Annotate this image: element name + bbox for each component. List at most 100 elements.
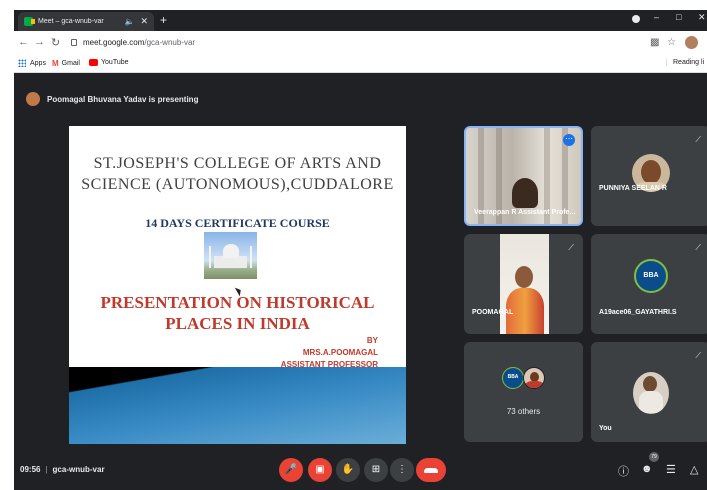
- slide-author: MRS.A.POOMAGAL: [302, 348, 378, 357]
- participant-avatar: [523, 367, 545, 389]
- people-icon[interactable]: ☻: [641, 463, 653, 475]
- mic-off-icon: ⟋: [695, 135, 701, 144]
- participant-photo: [500, 234, 549, 334]
- back-arrow-icon[interactable]: ←: [18, 36, 29, 48]
- avatar-face: [641, 160, 661, 184]
- participant-tile[interactable]: ⟋ BBA A19ace06_GAYATHRI.S: [591, 234, 707, 334]
- profile-avatar[interactable]: [685, 36, 698, 49]
- more-options-icon[interactable]: ⋯: [563, 134, 575, 146]
- present-button[interactable]: ⊞: [364, 458, 388, 482]
- taj-minaret: [250, 246, 252, 268]
- presenting-banner: Poomagal Bhuvana Yadav is presenting: [14, 89, 707, 109]
- participant-name: PUNNIYA SEELAN R: [599, 185, 667, 192]
- tab-title: Meet – gca-wnub-var: [38, 18, 104, 25]
- minimize-window-button[interactable]: –: [654, 12, 659, 22]
- meet-control-bar: 09:56 | gca-wnub-var 🎤 ▣ ✋ ⊞ ⋮ ⓘ ☻ 79 ☰ △: [14, 452, 707, 490]
- present-icon: ⊞: [371, 464, 381, 475]
- others-tile[interactable]: BBA 73 others: [464, 342, 583, 442]
- taj-dome: [223, 244, 239, 258]
- slide-by: BY: [366, 336, 378, 345]
- bookmark-label: YouTube: [101, 59, 129, 66]
- meeting-code: gca-wnub-var: [52, 465, 105, 474]
- gmail-icon: M: [52, 59, 59, 68]
- participant-name: You: [599, 425, 612, 432]
- hang-up-icon: [424, 468, 438, 473]
- presenter-avatar: [26, 92, 40, 106]
- meet-call-area: Poomagal Bhuvana Yadav is presenting ST.…: [14, 73, 707, 490]
- raise-hand-button[interactable]: ✋: [336, 458, 360, 482]
- slide-title: PRESENTATION ON HISTORICAL PLACES IN IND…: [69, 292, 406, 334]
- presentation-slide: ST.JOSEPH'S COLLEGE OF ARTS AND SCIENCE …: [69, 126, 406, 444]
- new-tab-button[interactable]: +: [160, 13, 167, 27]
- camera-off-icon: ▣: [315, 464, 325, 475]
- extension-icon[interactable]: ▩: [650, 37, 659, 48]
- chat-icon[interactable]: ☰: [666, 463, 676, 476]
- bba-logo: BBA: [502, 367, 524, 389]
- self-avatar: [633, 372, 669, 414]
- reading-list-label: Reading li: [673, 59, 705, 66]
- leave-call-button[interactable]: [416, 458, 446, 482]
- menu-dots-icon[interactable]: ⋮: [703, 37, 707, 48]
- more-options-button[interactable]: ⋮: [390, 458, 414, 482]
- browser-tab[interactable]: Meet – gca-wnub-var 🔈 ✕: [18, 12, 154, 31]
- bookmarks-bar: Apps M Gmail YouTube Reading li: [14, 56, 707, 73]
- bookmark-star-icon[interactable]: ☆: [667, 37, 676, 48]
- speaker-icon[interactable]: 🔈: [124, 17, 134, 26]
- bookmark-apps[interactable]: Apps: [18, 59, 46, 67]
- browser-tab-bar: Meet – gca-wnub-var 🔈 ✕ + – □ ✕: [14, 10, 707, 31]
- slide-decorative-band: [69, 367, 406, 444]
- close-tab-icon[interactable]: ✕: [140, 16, 148, 27]
- participant-video: [512, 178, 538, 208]
- self-tile[interactable]: ⟋ You: [591, 342, 707, 442]
- apps-grid-icon: [18, 59, 26, 67]
- mic-off-icon: 🎤: [284, 464, 298, 475]
- participant-name: POOMAGAL: [472, 309, 514, 316]
- avatar-face: [643, 376, 657, 392]
- reading-list[interactable]: Reading li: [666, 59, 704, 66]
- avatar-shirt: [639, 391, 663, 413]
- more-vert-icon: ⋮: [397, 464, 407, 475]
- taj-minaret: [209, 246, 211, 268]
- slide-title-line-2: PLACES IN INDIA: [165, 314, 310, 333]
- incognito-profile-icon[interactable]: [632, 15, 640, 23]
- meet-favicon-icon: [24, 17, 35, 26]
- bookmark-youtube[interactable]: YouTube: [89, 59, 129, 66]
- maximize-window-button[interactable]: □: [676, 12, 681, 22]
- bookmark-label: Gmail: [61, 60, 80, 67]
- mic-off-button[interactable]: 🎤: [279, 458, 303, 482]
- photo-face: [515, 266, 533, 288]
- slide-course-name: 14 DAYS CERTIFICATE COURSE: [145, 216, 330, 230]
- url-host: meet.google.com: [83, 38, 145, 47]
- mic-off-icon: ⟋: [568, 243, 574, 252]
- lock-icon[interactable]: [71, 39, 77, 46]
- activities-icon[interactable]: △: [690, 463, 698, 476]
- youtube-icon: [89, 59, 98, 66]
- avatar-shirt: [526, 381, 543, 388]
- slide-title-line-1: PRESENTATION ON HISTORICAL: [100, 293, 375, 312]
- hand-icon: ✋: [341, 464, 355, 475]
- mic-off-icon: ⟋: [695, 243, 701, 252]
- participant-tile[interactable]: ⟋ PUNNIYA SEELAN R: [591, 126, 707, 226]
- close-window-button[interactable]: ✕: [698, 12, 706, 23]
- participant-tile[interactable]: ⟋ POOMAGAL: [464, 234, 583, 334]
- separator: |: [45, 465, 48, 474]
- mic-off-icon: ⟋: [695, 351, 701, 360]
- people-count-badge: 79: [649, 452, 659, 462]
- camera-off-button[interactable]: ▣: [308, 458, 332, 482]
- others-count: 73 others: [506, 407, 541, 416]
- browser-toolbar: ← → ↻ meet.google.com/gca-wnub-var ▩ ☆ ⋮: [14, 31, 707, 56]
- college-line-1: ST.JOSEPH'S COLLEGE OF ARTS AND: [93, 155, 382, 172]
- participant-name: Veerappan R Assistant Profe...: [474, 209, 576, 216]
- bookmark-gmail[interactable]: M Gmail: [52, 59, 80, 68]
- url-path: /gca-wnub-var: [144, 38, 196, 47]
- forward-arrow-icon[interactable]: →: [34, 36, 45, 48]
- reload-icon[interactable]: ↻: [51, 36, 60, 49]
- participant-name: A19ace06_GAYATHRI.S: [599, 309, 677, 316]
- slide-college-name: ST.JOSEPH'S COLLEGE OF ARTS AND SCIENCE …: [69, 153, 406, 195]
- participant-tile[interactable]: ⋯ Veerappan R Assistant Profe...: [464, 126, 583, 226]
- bookmark-label: Apps: [30, 59, 46, 67]
- info-icon[interactable]: ⓘ: [618, 463, 629, 479]
- college-line-2: SCIENCE (AUTONOMOUS),CUDDALORE: [81, 176, 394, 193]
- address-bar[interactable]: meet.google.com/gca-wnub-var: [83, 38, 195, 47]
- taj-mahal-image: [204, 232, 257, 279]
